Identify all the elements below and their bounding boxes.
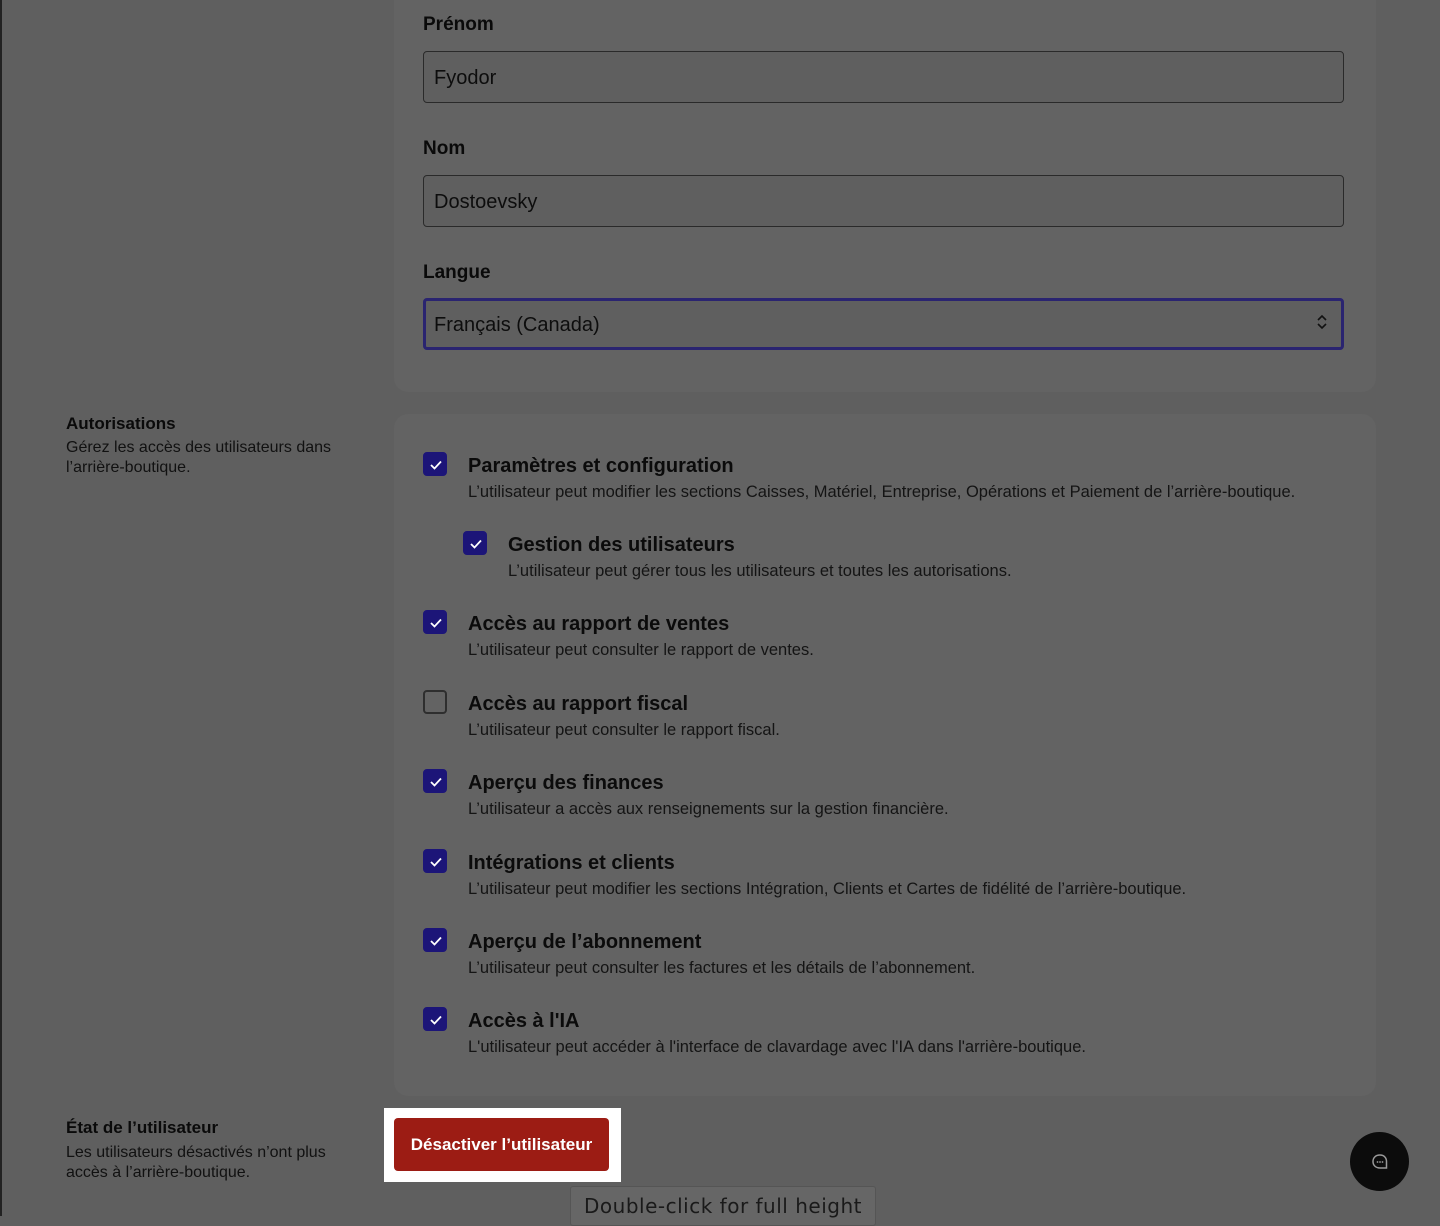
checkmark-icon (430, 936, 442, 946)
last-name-label: Nom (423, 138, 466, 159)
user-state-description: Les utilisateurs désactivés n’ont plus a… (66, 1144, 326, 1181)
chat-bubble-icon (1372, 1154, 1388, 1169)
permission-title: Aperçu de l’abonnement (468, 931, 702, 953)
checkbox-checked[interactable] (423, 849, 447, 873)
checkbox-checked[interactable] (423, 769, 447, 793)
permission-title: Intégrations et clients (468, 852, 675, 874)
chevron-up-down-icon (1317, 301, 1327, 349)
permission-title: Aperçu des finances (468, 772, 664, 794)
permission-description: L’utilisateur peut modifier les sections… (468, 880, 1187, 898)
first-name-field[interactable]: Fyodor (423, 51, 1344, 103)
checkbox-checked[interactable] (423, 1007, 447, 1031)
deactivate-user-button[interactable]: Désactiver l’utilisateur (394, 1118, 609, 1171)
checkmark-icon (430, 777, 442, 787)
permission-description: L’utilisateur peut consulter le rapport … (468, 641, 814, 659)
permission-description: L’utilisateur a accès aux renseignements… (468, 800, 949, 818)
permission-title: Accès à l'IA (468, 1010, 580, 1032)
permission-title: Gestion des utilisateurs (508, 534, 735, 556)
tooltip: Double-click for full height (570, 1186, 876, 1226)
checkbox-checked[interactable] (423, 452, 447, 476)
permission-description: L’utilisateur peut gérer tous les utilis… (508, 562, 1012, 580)
permission-title: Paramètres et configuration (468, 455, 734, 477)
checkmark-icon (430, 1015, 442, 1025)
last-name-field[interactable]: Dostoevsky (423, 175, 1344, 227)
permission-title: Accès au rapport fiscal (468, 693, 689, 715)
permissions-card (394, 414, 1376, 1096)
checkmark-icon (430, 460, 442, 470)
checkbox-checked[interactable] (423, 610, 447, 634)
checkbox-checked[interactable] (463, 531, 487, 555)
checkbox-unchecked[interactable] (423, 690, 447, 714)
checkmark-icon (470, 539, 482, 549)
language-select[interactable]: Français (Canada) (423, 298, 1344, 350)
permission-description: L’utilisateur peut consulter le rapport … (468, 721, 780, 739)
permission-description: L’utilisateur peut modifier les sections… (468, 483, 1296, 501)
checkbox-checked[interactable] (423, 928, 447, 952)
language-label: Langue (423, 262, 491, 283)
permissions-title: Autorisations (66, 414, 176, 433)
first-name-label: Prénom (423, 14, 494, 35)
language-select-value: Français (Canada) (434, 314, 600, 336)
permission-description: L’utilisateur peut consulter les facture… (468, 959, 976, 977)
chat-button[interactable] (1350, 1132, 1409, 1191)
checkmark-icon (430, 857, 442, 867)
permission-title: Accès au rapport de ventes (468, 613, 730, 635)
window-edge (0, 0, 2, 1216)
permission-description: L'utilisateur peut accéder à l'interface… (468, 1038, 1086, 1056)
user-state-title: État de l’utilisateur (66, 1118, 219, 1137)
checkmark-icon (430, 618, 442, 628)
permissions-description: Gérez les accès des utilisateurs dans l’… (66, 439, 332, 476)
